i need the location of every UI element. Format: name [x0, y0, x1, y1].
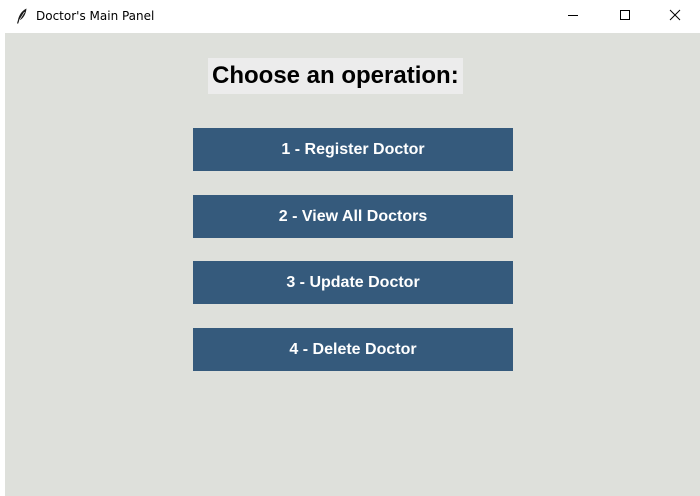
close-button[interactable]: [652, 0, 698, 33]
title-bar[interactable]: Doctor's Main Panel: [0, 0, 700, 33]
feather-icon: [16, 8, 28, 24]
update-doctor-button[interactable]: 3 - Update Doctor: [193, 261, 513, 304]
minimize-button[interactable]: [550, 0, 596, 33]
delete-doctor-button[interactable]: 4 - Delete Doctor: [193, 328, 513, 371]
app-window: Doctor's Main Panel Choose an operation:…: [0, 0, 700, 496]
window-title: Doctor's Main Panel: [36, 9, 155, 23]
register-doctor-button[interactable]: 1 - Register Doctor: [193, 128, 513, 171]
close-icon: [669, 8, 681, 26]
maximize-button[interactable]: [602, 0, 648, 33]
main-panel: Choose an operation: 1 - Register Doctor…: [5, 33, 700, 496]
maximize-icon: [619, 8, 631, 26]
panel-heading: Choose an operation:: [208, 58, 463, 94]
view-all-doctors-button[interactable]: 2 - View All Doctors: [193, 195, 513, 238]
minimize-icon: [567, 8, 579, 26]
